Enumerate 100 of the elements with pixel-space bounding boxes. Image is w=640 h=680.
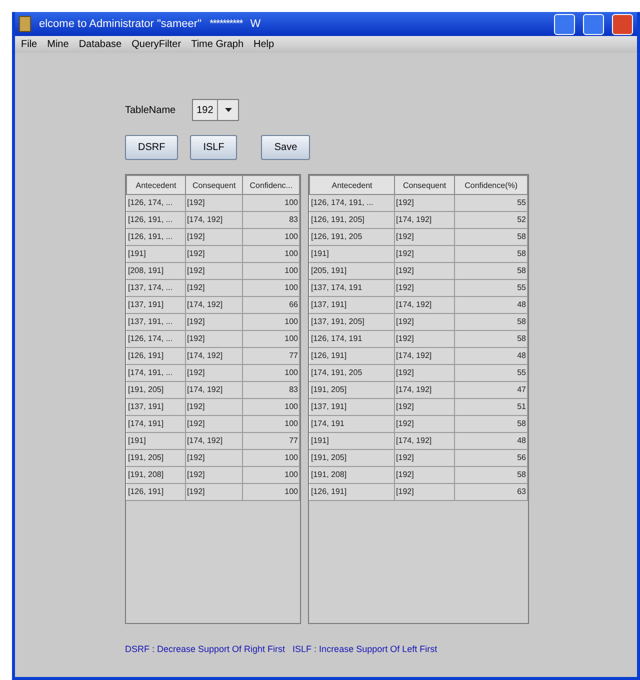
masked-text: ********** (209, 18, 242, 30)
caret-icon (224, 108, 232, 112)
table-cell: 100 (242, 450, 300, 466)
table-cell: [192] (185, 314, 243, 330)
table-cell: 58 (454, 330, 528, 348)
table-cell: [174, 192] (394, 212, 455, 228)
table-cell: 52 (454, 212, 528, 228)
table-cell: 100 (242, 330, 300, 348)
menu-item[interactable]: Help (254, 39, 274, 50)
table-cell: 55 (454, 280, 528, 296)
column-header[interactable]: Consequent (185, 176, 243, 194)
action-button[interactable]: Save (261, 135, 310, 160)
table-cell: [192] (394, 330, 455, 348)
menu-item[interactable]: QueryFilter (132, 39, 182, 50)
table-cell: 63 (454, 484, 528, 500)
table-cell: 58 (454, 416, 528, 432)
table-cell: [192] (394, 450, 455, 466)
table-cell: [174, 191, ... (126, 364, 186, 382)
table-cell: 100 (242, 280, 300, 296)
column-header[interactable]: Confidenc... (242, 176, 300, 194)
table-cell: [174, 191, 205 (310, 364, 395, 382)
menu-item[interactable]: Time Graph (191, 39, 244, 50)
table-cell: [205, 191] (310, 262, 395, 280)
table-cell: [126, 191] (126, 484, 186, 500)
table-cell: [191] (126, 246, 186, 262)
app-icon (19, 16, 31, 32)
table-cell: [137, 191, ... (126, 314, 186, 330)
table-cell: 56 (454, 450, 528, 466)
table-cell: [137, 191, 205] (310, 314, 395, 330)
window-title: elcome to Administrator "sameer" (39, 18, 202, 30)
table-cell: 100 (242, 314, 300, 330)
table-cell: 55 (454, 364, 528, 382)
table-cell: [137, 191] (310, 398, 395, 416)
column-header[interactable]: Antecedent (310, 176, 395, 194)
table-cell: [192] (394, 228, 455, 246)
maximize-button[interactable] (583, 14, 604, 34)
table-cell: [191, 208] (310, 466, 395, 484)
table-cell: [192] (394, 280, 455, 296)
table-cell: [126, 191, ... (126, 228, 186, 246)
minimize-button[interactable] (554, 14, 575, 34)
table-cell: [192] (185, 484, 243, 500)
table-cell: [126, 174, ... (126, 330, 186, 348)
table-cell: [174, 192] (394, 296, 455, 314)
table-cell: 58 (454, 228, 528, 246)
table-cell: 48 (454, 296, 528, 314)
table-cell: 100 (242, 194, 300, 212)
table-cell: [191, 208] (126, 466, 186, 484)
window-title-suffix: W (250, 18, 261, 30)
table-cell: [191] (310, 246, 395, 262)
table-cell: [192] (185, 450, 243, 466)
table-cell: [191, 205] (310, 450, 395, 466)
table-cell: 100 (242, 416, 300, 432)
table-cell: [126, 191, ... (126, 212, 186, 228)
table-cell: [126, 174, ... (126, 194, 186, 212)
table-cell: [126, 191, 205] (310, 212, 395, 228)
table-name-dropdown[interactable]: 192 (192, 99, 240, 121)
table-cell: 77 (242, 348, 300, 364)
table-cell: 100 (242, 466, 300, 484)
table-cell: [174, 192] (185, 432, 243, 450)
table-cell: [174, 192] (185, 382, 243, 398)
menu-item[interactable]: File (21, 39, 38, 50)
column-header[interactable]: Antecedent (126, 176, 186, 194)
table-cell: 100 (242, 398, 300, 416)
action-button[interactable]: DSRF (125, 135, 178, 160)
table-cell: [137, 174, ... (126, 280, 186, 296)
table-cell: [191, 205] (126, 450, 186, 466)
table-cell: [174, 192] (394, 382, 455, 398)
table-cell: [137, 174, 191 (310, 280, 395, 296)
table-cell: [192] (185, 398, 243, 416)
table-cell: [137, 191] (310, 296, 395, 314)
action-button[interactable]: ISLF (190, 135, 238, 160)
table-cell: 100 (242, 246, 300, 262)
table-cell: [192] (394, 262, 455, 280)
menu-item[interactable]: Database (78, 39, 122, 50)
table-cell: 100 (242, 228, 300, 246)
table-cell: 100 (242, 364, 300, 382)
menu-item[interactable]: Mine (47, 39, 69, 50)
table-cell: [192] (394, 484, 455, 500)
column-header[interactable]: Consequent (394, 176, 455, 194)
table-cell: [192] (394, 466, 455, 484)
close-button[interactable] (612, 14, 633, 34)
table-cell: [192] (185, 330, 243, 348)
table-cell: [192] (394, 364, 455, 382)
column-header[interactable]: Confidence(%) (454, 176, 528, 194)
table-cell: [174, 192] (185, 296, 243, 314)
table-cell: 47 (454, 382, 528, 398)
table-cell: 51 (454, 398, 528, 416)
table-cell: 58 (454, 466, 528, 484)
table-cell: 55 (454, 194, 528, 212)
table-cell: [191] (126, 432, 186, 450)
table-cell: [174, 191] (126, 416, 186, 432)
table-cell: [192] (394, 416, 455, 432)
table-cell: [126, 191] (310, 484, 395, 500)
table-cell: 58 (454, 262, 528, 280)
table-cell: [192] (185, 194, 243, 212)
table-cell: 100 (242, 484, 300, 500)
legend-text: DSRF : Decrease Support Of Right First ISLF : Increase Support Of Left First (125, 644, 438, 654)
table-cell: [126, 174, 191, ... (310, 194, 395, 212)
table-cell: [126, 174, 191 (310, 330, 395, 348)
table-cell: 66 (242, 296, 300, 314)
